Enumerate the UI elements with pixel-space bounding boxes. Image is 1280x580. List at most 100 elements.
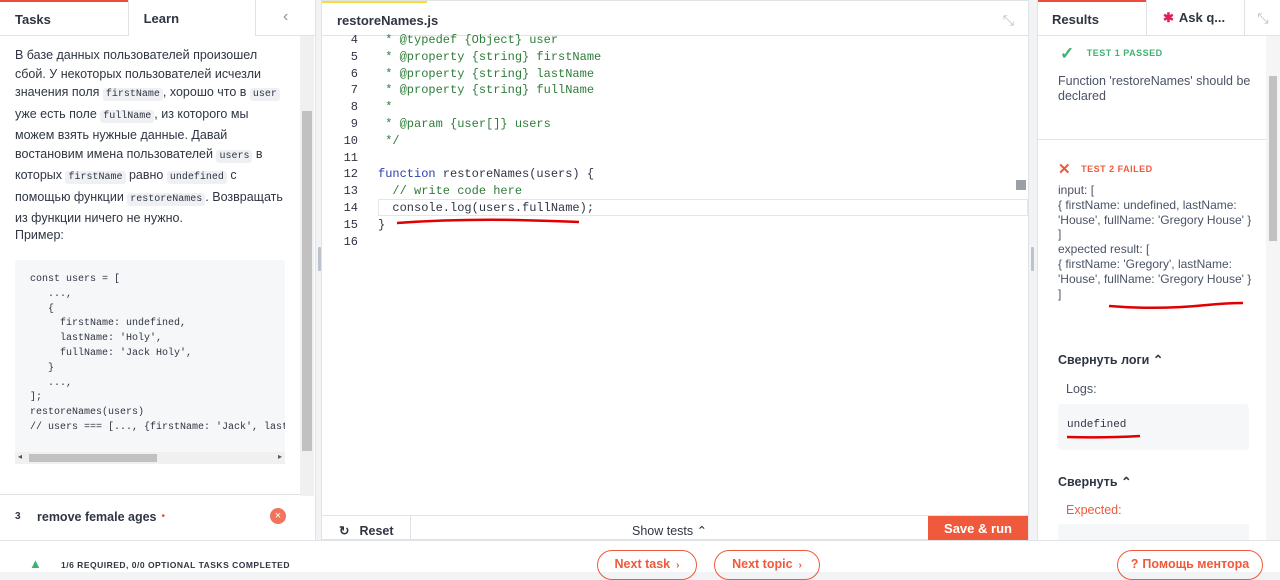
code-line[interactable]: 12 function restoreNames(users) { <box>322 166 1028 183</box>
footer-separator <box>410 516 411 542</box>
line-content: console.log(users.fullName); <box>378 200 594 217</box>
test1-status: ✓ TEST 1 PASSED <box>1060 44 1163 64</box>
code-line[interactable]: 4 * @typedef {Object} user <box>322 32 1028 49</box>
task-description: В базе данных пользователей произошел сб… <box>15 46 285 228</box>
line-number: 9 <box>350 116 358 131</box>
tasks-vertical-scrollbar[interactable] <box>300 36 314 496</box>
cross-icon: ✕ <box>1058 161 1072 178</box>
test1-status-label: TEST 1 PASSED <box>1086 48 1163 58</box>
line-number: 15 <box>343 217 358 232</box>
collapse-logs-toggle[interactable]: Свернуть логи ⌃ <box>1058 352 1163 367</box>
code-line[interactable]: 5 * @property {string} firstName <box>322 49 1028 66</box>
save-run-button[interactable]: Save & run <box>928 516 1028 542</box>
collapse-toggle[interactable]: Свернуть ⌃ <box>1058 474 1132 489</box>
results-divider <box>1038 139 1266 140</box>
test2-text: input: [ { firstName: undefined, lastNam… <box>1058 183 1252 301</box>
inline-code: fullName <box>100 109 155 123</box>
code-line[interactable]: 14 console.log(users.fullName); <box>322 200 1028 217</box>
reset-label: Reset <box>359 524 394 538</box>
inline-code: users <box>216 149 253 163</box>
chevron-right-icon: › <box>676 560 680 571</box>
reset-icon: ↻ <box>339 524 350 538</box>
next-topic-label: Next topic <box>732 557 793 571</box>
code-token: * @typedef {Object} user <box>378 33 559 47</box>
scrollbar-thumb[interactable] <box>29 454 157 462</box>
code-line[interactable]: 10 */ <box>322 133 1028 150</box>
collapse-arrows-icon[interactable]: ⤡ <box>1003 12 1014 29</box>
next-task-label: Next task <box>614 557 671 571</box>
line-number: 14 <box>343 200 358 215</box>
logs-label: Logs: <box>1066 382 1097 396</box>
scrollbar-thumb[interactable] <box>1269 76 1277 241</box>
code-token: * @property {string} firstName <box>378 49 602 64</box>
line-content: function restoreNames(users) { <box>378 166 594 183</box>
chevron-up-icon: ⌃ <box>1152 353 1164 367</box>
example-label: Пример: <box>15 228 64 242</box>
collapse-label: Свернуть <box>1058 475 1118 489</box>
code-token: // write code here <box>378 184 523 199</box>
left-tabbar: Tasks Learn ‹ <box>0 0 315 36</box>
progress-triangle-icon: ▲ <box>29 556 42 571</box>
inline-code: firstName <box>102 88 163 101</box>
slack-icon: ✱ <box>1163 10 1174 25</box>
code-token: * @property {string} lastName <box>378 66 595 81</box>
line-number: 8 <box>350 100 358 115</box>
example-horizontal-scrollbar[interactable]: ◂ ▸ <box>15 452 285 464</box>
chevron-left-icon[interactable]: ‹ <box>255 0 315 35</box>
code-token: * @property {string} fullName <box>378 83 595 98</box>
expected-output <box>1058 524 1249 540</box>
check-icon: ✓ <box>1060 44 1075 63</box>
next-topic-button[interactable]: Next topic › <box>714 550 820 580</box>
tasks-panel: Tasks Learn ‹ В базе данных пользователе… <box>0 0 316 540</box>
line-number: 5 <box>350 49 358 64</box>
code-token: console.log(users.fullName); <box>378 200 595 215</box>
file-tab[interactable]: restoreNames.js <box>322 1 438 35</box>
next-task-button[interactable]: Next task › <box>597 550 697 580</box>
line-content: * @property {string} firstName <box>378 49 601 66</box>
scroll-right-icon[interactable]: ▸ <box>278 452 282 461</box>
code-line[interactable]: 11 <box>322 150 1028 167</box>
results-panel: Results ✱ Ask q... ⤡ ✓ TEST 1 PASSED Funct… <box>1037 0 1280 540</box>
tab-results[interactable]: Results <box>1038 0 1146 36</box>
results-tabbar: Results ✱ Ask q... ⤡ <box>1038 0 1280 36</box>
line-content: * <box>378 99 392 116</box>
line-content: } <box>378 217 385 234</box>
chevron-right-icon: › <box>798 560 802 571</box>
scrollbar-thumb[interactable] <box>302 111 312 451</box>
code-token: function <box>378 167 436 182</box>
results-vertical-scrollbar[interactable] <box>1266 36 1280 540</box>
code-token: * @param {user[]} users <box>378 116 551 131</box>
inline-code: user <box>249 88 280 101</box>
task-number: 3 <box>15 511 21 522</box>
description-text: , хорошо что в <box>162 85 250 99</box>
reset-button[interactable]: ↻ Reset <box>339 523 394 538</box>
code-line[interactable]: 7 * @property {string} fullName <box>322 82 1028 99</box>
inline-code: restoreNames <box>127 192 206 206</box>
mentor-help-button[interactable]: ? Помощь ментора <box>1117 550 1263 580</box>
tab-ask-question[interactable]: ✱ Ask q... <box>1146 0 1244 36</box>
code-token: restoreNames(users) { <box>435 167 595 182</box>
progress-text: 1/6 REQUIRED, 0/0 OPTIONAL TASKS COMPLET… <box>61 560 290 570</box>
code-line[interactable]: 8 * <box>322 99 1028 116</box>
code-line[interactable]: 9 * @param {user[]} users <box>322 116 1028 133</box>
code-line[interactable]: 16 <box>322 234 1028 251</box>
tab-tasks[interactable]: Tasks <box>0 0 128 36</box>
inline-code: undefined <box>166 171 227 184</box>
help-icon: ? <box>1130 557 1139 571</box>
close-icon: × <box>270 508 286 524</box>
code-token: */ <box>378 133 400 148</box>
collapse-arrows-icon[interactable]: ⤡ <box>1244 0 1280 36</box>
tab-learn[interactable]: Learn <box>127 0 256 36</box>
right-splitter-handle[interactable] <box>1031 247 1034 271</box>
line-number: 16 <box>343 234 358 249</box>
show-tests-button[interactable]: Show tests ⌃ <box>632 523 707 538</box>
code-line[interactable]: 6 * @property {string} lastName <box>322 66 1028 83</box>
line-content: * @typedef {Object} user <box>378 32 558 49</box>
test2-status-label: TEST 2 FAILED <box>1081 164 1153 174</box>
line-content: */ <box>378 133 400 150</box>
scroll-left-icon[interactable]: ◂ <box>18 452 22 461</box>
code-line[interactable]: 13 // write code here <box>322 183 1028 200</box>
chevron-up-icon: ⌃ <box>696 524 708 538</box>
task-item[interactable]: 3 remove female ages • × <box>0 494 300 538</box>
description-text: уже есть поле <box>15 106 101 121</box>
